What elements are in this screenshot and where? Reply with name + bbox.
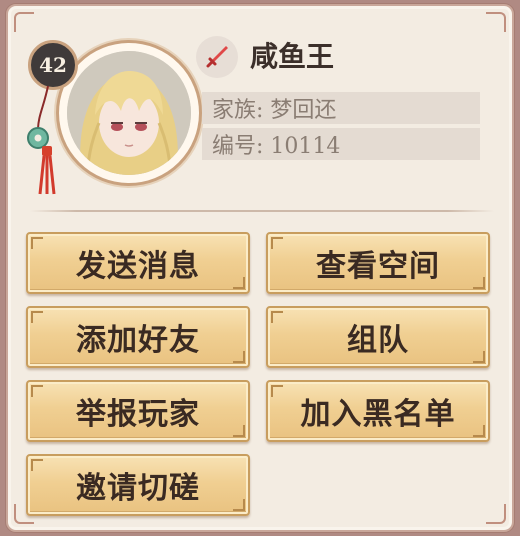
corner-ornament [486,504,506,524]
invite-duel-button[interactable]: 邀请切磋 [26,454,250,516]
add-friend-button[interactable]: 添加好友 [26,306,250,368]
player-portrait [67,51,191,175]
corner-ornament [14,12,34,32]
level-badge: 42 [28,40,78,90]
blacklist-button[interactable]: 加入黑名单 [266,380,490,442]
view-space-button[interactable]: 查看空间 [266,232,490,294]
family-info: 家族: 梦回还 [202,92,480,124]
player-name: 咸鱼王 [250,40,335,73]
team-up-button[interactable]: 组队 [266,306,490,368]
sword-icon [196,36,238,78]
report-player-button[interactable]: 举报玩家 [26,380,250,442]
player-id-info: 编号: 10114 [202,128,480,160]
jade-pendant-icon [24,85,64,196]
divider [30,210,494,212]
send-message-button[interactable]: 发送消息 [26,232,250,294]
corner-ornament [486,12,506,32]
